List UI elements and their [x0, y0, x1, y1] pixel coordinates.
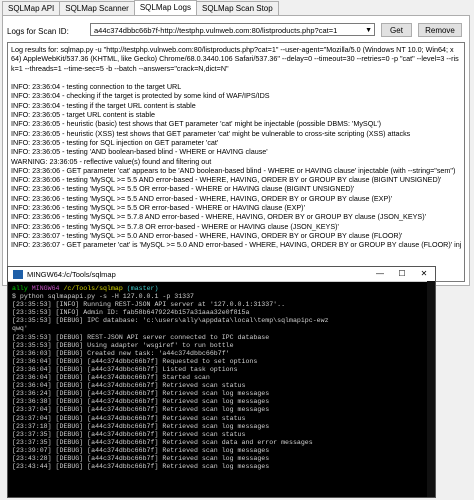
tab-sqlmap-scanner[interactable]: SQLMap Scanner: [59, 1, 135, 15]
tab-sqlmap-api[interactable]: SQLMap API: [2, 1, 61, 15]
scan-id-selected: a44c374dbbc66b7f-http://testphp.vulnweb.…: [94, 26, 338, 35]
log-line: Log results for: sqlmap.py -u "http://te…: [11, 45, 454, 54]
minimize-icon[interactable]: —: [369, 267, 391, 281]
tab-bar: SQLMap API SQLMap Scanner SQLMap Logs SQ…: [2, 0, 279, 16]
terminal-lines: [23:35:53] [INFO] Running REST-JSON API …: [12, 301, 329, 470]
scan-id-label: Logs for Scan ID:: [7, 27, 69, 36]
terminal-line: [23:37:35] [DEBUG] [a44c374dbbc66b7f] Re…: [12, 430, 246, 438]
chevron-down-icon: ▼: [365, 27, 372, 34]
close-icon[interactable]: ✕: [413, 267, 435, 281]
terminal-line: [23:39:07] [DEBUG] [a44c374dbbc66b7f] Re…: [12, 446, 270, 454]
terminal-line: [23:37:35] [DEBUG] [a44c374dbbc66b7f] Re…: [12, 438, 313, 446]
terminal-line: [23:35:53] [INFO] Admin ID: fab58b647922…: [12, 309, 250, 317]
terminal-line: [23:36:04] [DEBUG] [a44c374dbbc66b7f] Li…: [12, 365, 238, 373]
log-line: INFO: 23:36:06 - testing 'MySQL >= 5.5 A…: [11, 175, 442, 185]
log-line: WARNING: 23:36:05 - reflective value(s) …: [11, 156, 212, 166]
terminal-line: [23:36:04] [DEBUG] [a44c374dbbc66b7f] Re…: [12, 382, 246, 390]
log-line: INFO: 23:36:04 - testing if the target U…: [11, 100, 196, 110]
terminal-icon: [13, 269, 23, 279]
terminal-line: [23:36:04] [DEBUG] [a44c374dbbc66b7f] Re…: [12, 357, 258, 365]
log-line: INFO: 23:36:06 - testing 'MySQL >= 5.7.8…: [11, 212, 426, 222]
terminal-line: [23:37:18] [DEBUG] [a44c374dbbc66b7f] Re…: [12, 422, 270, 430]
log-line: INFO: 23:36:05 - testing 'AND boolean-ba…: [11, 147, 268, 157]
prompt-shell: MINGW64: [31, 285, 60, 292]
terminal-line: [23:37:04] [DEBUG] [a44c374dbbc66b7f] Re…: [12, 406, 270, 414]
terminal-line: [23:36:03] [DEBUG] Created new task: 'a4…: [12, 349, 230, 357]
terminal-line: [23:35:53] [DEBUG] REST-JSON API server …: [12, 333, 270, 341]
tab-sqlmap-logs[interactable]: SQLMap Logs: [133, 0, 197, 16]
log-line: INFO: 23:36:05 - heuristic (XSS) test sh…: [11, 128, 411, 138]
log-line: INFO: 23:36:05 - heuristic (basic) test …: [11, 119, 382, 129]
log-line: INFO: 23:36:04 - testing connection to t…: [11, 82, 182, 92]
terminal-line: [23:43:28] [DEBUG] [a44c374dbbc66b7f] Re…: [12, 454, 270, 462]
prompt-path: /c/Tools/sqlmap: [63, 285, 123, 292]
log-line: 64) AppleWebKit/537.36 (KHTML, like Geck…: [11, 54, 459, 64]
terminal-line: qwq': [12, 325, 28, 333]
terminal-line: [23:36:04] [DEBUG] [a44c374dbbc66b7f] St…: [12, 374, 210, 382]
get-button[interactable]: Get: [381, 23, 412, 37]
log-line: INFO: 23:36:06 - testing 'MySQL >= 5.5 O…: [11, 203, 305, 213]
tab-sqlmap-scan-stop[interactable]: SQLMap Scan Stop: [195, 1, 279, 15]
prompt-branch: (master): [126, 285, 159, 292]
terminal-title: MINGW64:/c/Tools/sqlmap: [27, 269, 116, 279]
log-output[interactable]: Log results for: sqlmap.py -u "http://te…: [7, 42, 465, 282]
terminal-line: [23:36:24] [DEBUG] [a44c374dbbc66b7f] Re…: [12, 390, 270, 398]
log-line: INFO: 23:36:07 - GET parameter 'cat' is …: [11, 240, 462, 250]
terminal-window: MINGW64:/c/Tools/sqlmap — ☐ ✕ ally MINGW…: [7, 266, 436, 498]
terminal-line: [23:35:53] [INFO] Running REST-JSON API …: [12, 301, 286, 309]
log-line: INFO: 23:36:06 - testing 'MySQL >= 5.5 O…: [11, 184, 355, 194]
terminal-command: $ python sqlmapapi.py -s -H 127.0.0.1 -p…: [12, 293, 195, 301]
log-line: k=1 --threads=1 --time-sec=5 -b --batch …: [11, 63, 229, 73]
terminal-titlebar: MINGW64:/c/Tools/sqlmap — ☐ ✕: [8, 267, 435, 282]
log-line: INFO: 23:36:07 - testing 'MySQL >= 5.0 A…: [11, 230, 403, 240]
terminal-scrollbar[interactable]: [427, 281, 435, 497]
log-line: INFO: 23:36:06 - GET parameter 'cat' app…: [11, 165, 456, 175]
log-line: INFO: 23:36:04 - checking if the target …: [11, 91, 270, 101]
log-line: INFO: 23:36:06 - testing 'MySQL >= 5.5 A…: [11, 193, 393, 203]
terminal-line: [23:35:53] [DEBUG] IPC database: 'c:\use…: [12, 317, 329, 325]
terminal-line: [23:35:53] [DEBUG] Using adapter 'wsgire…: [12, 341, 234, 349]
scan-id-select[interactable]: a44c374dbbc66b7f-http://testphp.vulnweb.…: [90, 23, 375, 36]
terminal-line: [23:37:04] [DEBUG] [a44c374dbbc66b7f] Re…: [12, 414, 246, 422]
terminal-line: [23:36:38] [DEBUG] [a44c374dbbc66b7f] Re…: [12, 398, 270, 406]
prompt-user: ally: [12, 285, 28, 292]
terminal-output[interactable]: ally MINGW64 /c/Tools/sqlmap (master) $ …: [8, 282, 435, 500]
log-line: INFO: 23:36:06 - testing 'MySQL >= 5.7.8…: [11, 221, 339, 231]
log-line: INFO: 23:36:05 - testing for SQL injecti…: [11, 137, 219, 147]
log-line: INFO: 23:36:05 - target URL content is s…: [11, 110, 155, 120]
remove-button[interactable]: Remove: [418, 23, 462, 37]
terminal-line: [23:43:44] [DEBUG] [a44c374dbbc66b7f] Re…: [12, 463, 270, 471]
maximize-icon[interactable]: ☐: [391, 267, 413, 281]
